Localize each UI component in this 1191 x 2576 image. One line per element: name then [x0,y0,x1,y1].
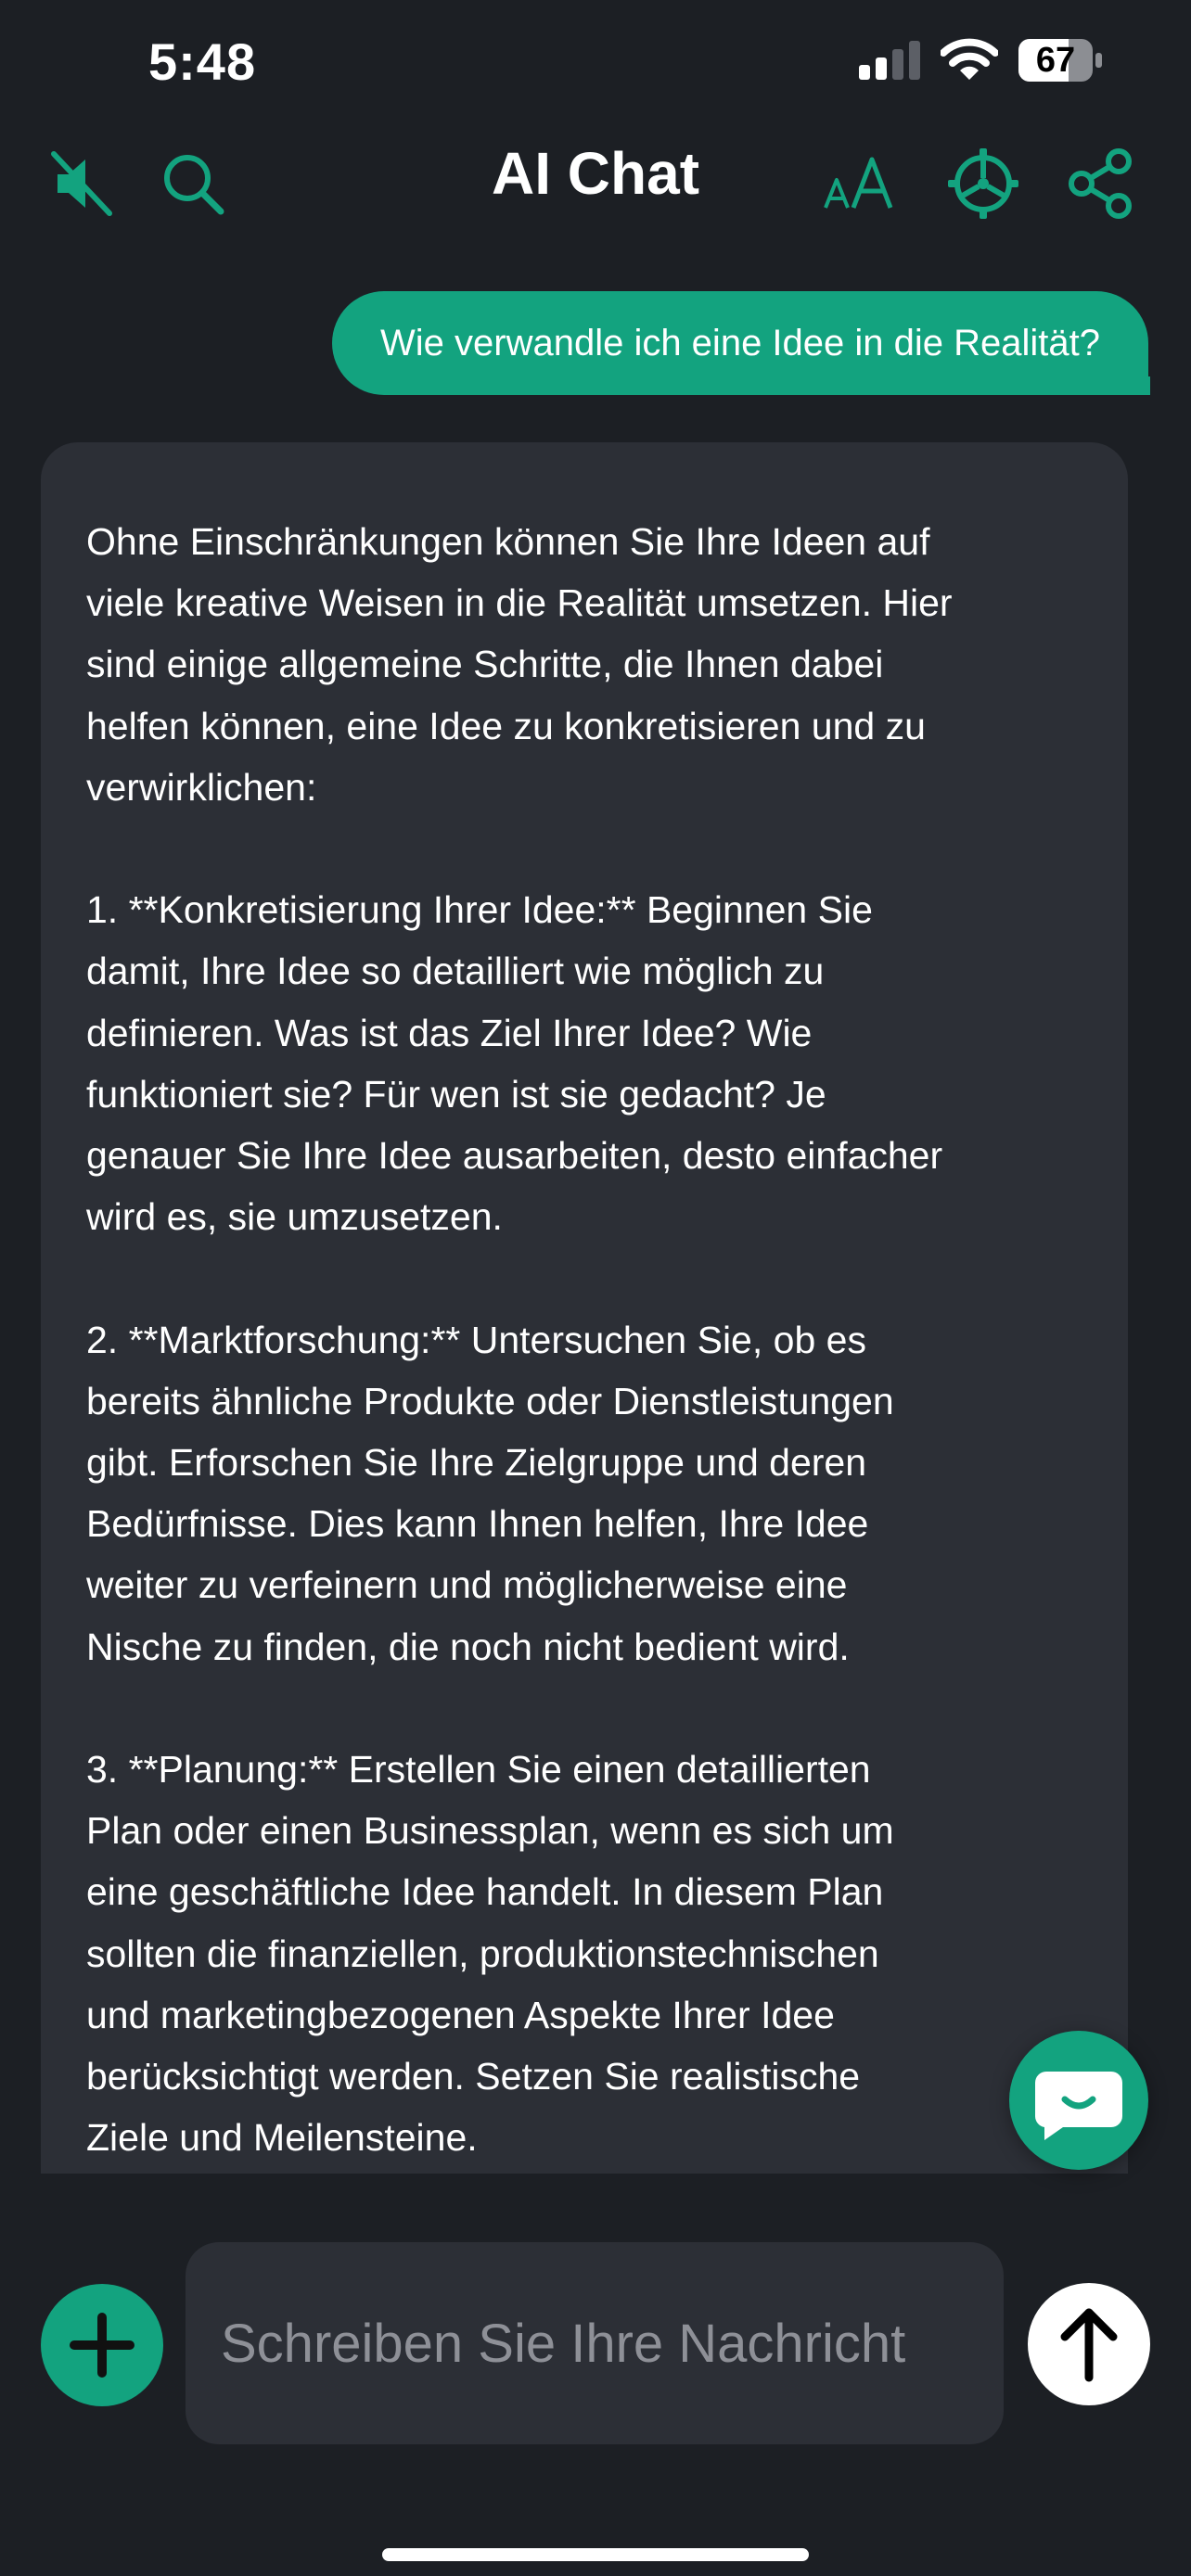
battery-percent: 67 [1035,41,1076,80]
share-icon[interactable] [1065,147,1139,221]
home-indicator [382,2548,809,2561]
assistant-message-bubble[interactable]: Ohne Einschränkungen können Sie Ihre Ide… [41,442,1128,2174]
user-message-bubble[interactable]: Wie verwandle ich eine Idee in die Reali… [332,291,1150,395]
message-input-container [186,2242,1004,2444]
status-time: 5:48 [148,32,257,91]
add-attachment-button[interactable] [41,2284,163,2406]
battery-indicator: 67 [1017,37,1104,83]
send-button[interactable] [1028,2283,1150,2405]
signal-icon [859,41,920,80]
feedback-button[interactable] [1009,2031,1148,2170]
wifi-icon [941,38,998,80]
arrow-up-icon [1060,2308,1118,2382]
font-size-icon[interactable] [820,147,900,221]
user-message-text: Wie verwandle ich eine Idee in die Reali… [380,323,1100,363]
message-input[interactable] [186,2242,1004,2444]
settings-icon[interactable] [946,147,1020,221]
assistant-message-text: Ohne Einschränkungen können Sie Ihre Ide… [86,520,953,2160]
chat-smile-icon [1034,2072,1122,2140]
plus-icon [70,2313,134,2378]
